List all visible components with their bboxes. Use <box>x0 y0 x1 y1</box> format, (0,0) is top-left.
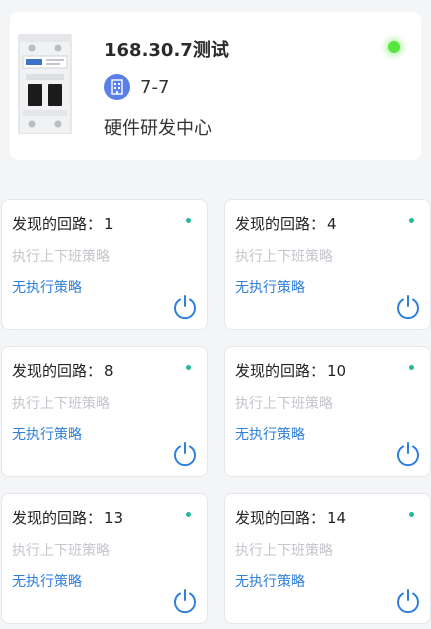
circuit-schedule-label: 执行上下班策略 <box>235 396 333 412</box>
circuit-title: 发现的回路： 13 <box>12 509 124 527</box>
circuit-number: 4 <box>327 215 337 233</box>
circuit-breaker-icon <box>18 34 72 134</box>
circuit-schedule-label: 执行上下班策略 <box>12 396 110 412</box>
circuit-number: 8 <box>104 362 114 380</box>
circuit-number: 14 <box>327 509 347 527</box>
circuit-policy-link[interactable]: 无执行策略 <box>12 424 82 444</box>
power-icon[interactable] <box>394 293 422 321</box>
circuit-schedule-label: 执行上下班策略 <box>235 249 333 265</box>
location-row: 7-7 <box>104 74 169 100</box>
circuit-number: 13 <box>104 509 124 527</box>
circuit-title: 发现的回路： 8 <box>12 362 114 380</box>
circuit-status-dot <box>409 512 414 517</box>
circuit-policy-link[interactable]: 无执行策略 <box>235 571 305 591</box>
power-icon[interactable] <box>394 440 422 468</box>
circuit-number: 1 <box>104 215 114 233</box>
circuit-card[interactable]: 发现的回路： 14 执行上下班策略 无执行策略 <box>224 493 431 624</box>
circuit-policy-link[interactable]: 无执行策略 <box>235 277 305 297</box>
power-icon[interactable] <box>394 587 422 615</box>
circuit-card[interactable]: 发现的回路： 10 执行上下班策略 无执行策略 <box>224 346 431 477</box>
power-icon[interactable] <box>171 440 199 468</box>
circuit-status-dot <box>186 218 191 223</box>
power-icon[interactable] <box>171 587 199 615</box>
circuit-policy-link[interactable]: 无执行策略 <box>12 277 82 297</box>
circuit-card[interactable]: 发现的回路： 13 执行上下班策略 无执行策略 <box>1 493 208 624</box>
circuit-status-dot <box>409 365 414 370</box>
power-icon[interactable] <box>171 293 199 321</box>
circuit-number: 10 <box>327 362 347 380</box>
circuit-title: 发现的回路： 14 <box>235 509 347 527</box>
circuit-card[interactable]: 发现的回路： 1 执行上下班策略 无执行策略 <box>1 199 208 330</box>
circuit-policy-link[interactable]: 无执行策略 <box>235 424 305 444</box>
circuit-title: 发现的回路： 10 <box>235 362 347 380</box>
circuit-status-dot <box>186 365 191 370</box>
circuit-card[interactable]: 发现的回路： 8 执行上下班策略 无执行策略 <box>1 346 208 477</box>
building-icon <box>104 74 130 100</box>
device-card[interactable]: 168.30.7测试 7-7 硬件研发中心 <box>10 12 421 160</box>
circuit-policy-link[interactable]: 无执行策略 <box>12 571 82 591</box>
device-location: 7-7 <box>140 76 170 98</box>
circuit-schedule-label: 执行上下班策略 <box>12 543 110 559</box>
circuit-schedule-label: 执行上下班策略 <box>12 249 110 265</box>
circuit-schedule-label: 执行上下班策略 <box>235 543 333 559</box>
device-name: 168.30.7测试 <box>104 40 229 61</box>
circuit-status-dot <box>186 512 191 517</box>
device-organization: 硬件研发中心 <box>104 118 212 139</box>
online-status-indicator <box>388 41 400 53</box>
circuit-title: 发现的回路： 4 <box>235 215 337 233</box>
circuit-title: 发现的回路： 1 <box>12 215 114 233</box>
circuit-card[interactable]: 发现的回路： 4 执行上下班策略 无执行策略 <box>224 199 431 330</box>
circuit-status-dot <box>409 218 414 223</box>
